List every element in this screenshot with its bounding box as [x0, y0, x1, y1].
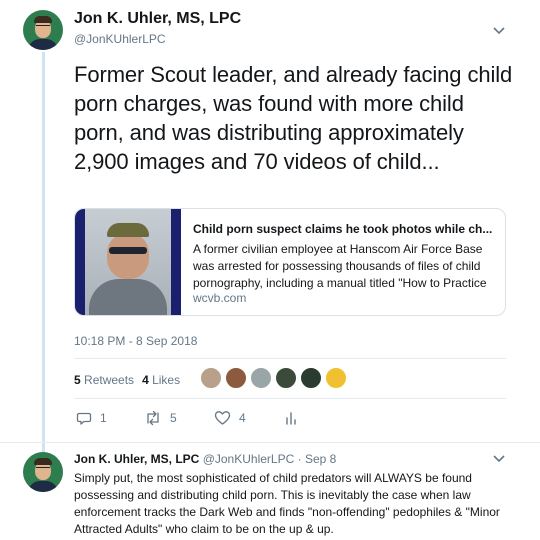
analytics-icon [286, 412, 296, 425]
reply-icon [76, 412, 92, 425]
tweet-actions: 1 5 4 [74, 410, 374, 432]
tweet-text: Former Scout leader, and already facing … [74, 62, 513, 174]
tweet-timestamp[interactable]: 10:18 PM - 8 Sep 2018 [74, 334, 197, 348]
divider [74, 358, 506, 359]
retweet-count: 5 [170, 411, 177, 425]
engagement-stats: 5 Retweets 4 Likes [74, 373, 180, 387]
likes-label[interactable]: Likes [152, 373, 180, 387]
author-handle[interactable]: @JonKUhlerLPC [74, 32, 166, 46]
reply-author-avatar[interactable] [23, 452, 63, 492]
reply-separator: · [297, 452, 302, 466]
reply-date[interactable]: Sep 8 [305, 452, 336, 466]
like-button[interactable]: 4 [214, 410, 246, 426]
link-preview-card[interactable]: Child porn suspect claims he took photos… [74, 208, 506, 316]
retweets-count[interactable]: 5 [74, 373, 81, 387]
card-thumbnail-image [75, 209, 181, 315]
reply-author-name[interactable]: Jon K. Uhler, MS, LPC [74, 452, 199, 466]
liker-avatar[interactable] [300, 367, 322, 389]
card-domain: wcvb.com [193, 291, 247, 305]
tweet-separator [0, 442, 540, 443]
author-avatar[interactable] [23, 10, 63, 50]
likes-count[interactable]: 4 [142, 373, 149, 387]
card-description: A former civilian employee at Hanscom Ai… [193, 242, 487, 290]
chevron-down-icon[interactable] [492, 454, 506, 464]
heart-icon [214, 411, 231, 425]
retweets-label[interactable]: Retweets [84, 373, 134, 387]
chevron-down-icon[interactable] [492, 26, 506, 36]
like-count: 4 [239, 411, 246, 425]
divider [74, 398, 506, 399]
liker-avatar[interactable] [200, 367, 222, 389]
liker-avatar[interactable] [250, 367, 272, 389]
liker-avatar[interactable] [225, 367, 247, 389]
thread-connector-line [42, 52, 45, 454]
retweet-icon [147, 410, 159, 426]
analytics-button[interactable] [284, 410, 298, 426]
author-name[interactable]: Jon K. Uhler, MS, LPC [74, 10, 241, 28]
card-title: Child porn suspect claims he took photos… [193, 222, 493, 236]
reply-button[interactable]: 1 [76, 410, 107, 426]
liker-avatar[interactable] [325, 367, 347, 389]
retweet-button[interactable]: 5 [144, 410, 177, 426]
reply-text: Simply put, the most sophisticated of ch… [74, 471, 500, 536]
liker-avatar[interactable] [275, 367, 297, 389]
reply-count: 1 [100, 411, 107, 425]
reply-author-handle[interactable]: @JonKUhlerLPC [203, 452, 295, 466]
reply-header: Jon K. Uhler, MS, LPC @JonKUhlerLPC · Se… [74, 452, 336, 466]
